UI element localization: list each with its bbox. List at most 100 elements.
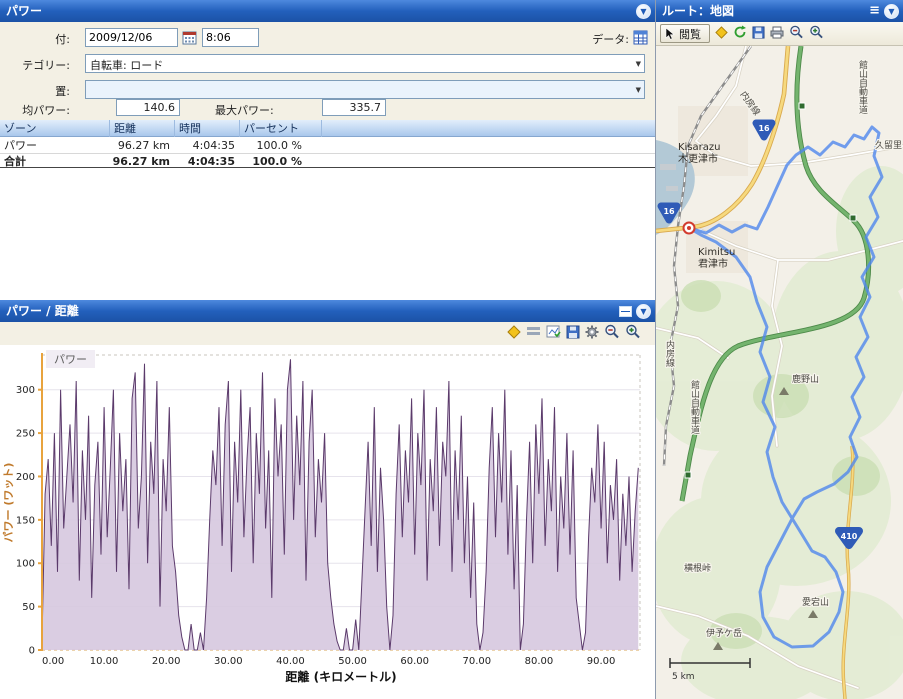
- power-panel: パワー ▼ 付: データ: テゴリー: 自転車: ロード ▼ 置: ▼ 均パワー: [0, 0, 655, 300]
- menu-icon[interactable]: ≡: [869, 0, 880, 22]
- calendar-icon[interactable]: [180, 28, 198, 46]
- svg-text:80.00: 80.00: [525, 656, 554, 667]
- svg-text:100: 100: [16, 559, 35, 570]
- date-input[interactable]: [85, 28, 178, 47]
- place-label: Kimitsu: [698, 247, 735, 258]
- svg-text:0.00: 0.00: [42, 656, 64, 667]
- route-map-panel: ルート：地図 ≡ ▼ 閲覧 16 16 410 Kisarazu 木更津市 Ki…: [655, 0, 903, 699]
- time-input[interactable]: [202, 28, 259, 47]
- chart-panel: パワー / 距離 ▼ パワー 0 50 100 150 200 250 300 0.00 10.…: [0, 300, 655, 699]
- browse-mode-button[interactable]: 閲覧: [660, 24, 710, 43]
- power-distance-chart: パワー 0 50 100 150 200 250 300 0.00 10.00 20.00 30.0…: [0, 345, 655, 699]
- percent-cell: 100.0 %: [256, 139, 302, 152]
- svg-text:70.00: 70.00: [462, 656, 491, 667]
- distance-cell: 96.27 km: [117, 139, 170, 152]
- svg-text:200: 200: [16, 472, 35, 483]
- route-start-marker: [682, 221, 696, 235]
- svg-text:30.00: 30.00: [214, 656, 243, 667]
- location-combobox[interactable]: ▼: [85, 80, 645, 99]
- zoom-in-icon[interactable]: [809, 25, 824, 42]
- col-header-distance[interactable]: 距離: [110, 120, 175, 137]
- place-label: 木更津市: [678, 152, 718, 165]
- distance-cell: 96.27 km: [112, 155, 170, 168]
- svg-text:60.00: 60.00: [400, 656, 429, 667]
- time-cell: 4:04:35: [187, 155, 235, 168]
- chart-panel-titlebar: パワー / 距離 ▼: [0, 300, 655, 322]
- chart-panel-title: パワー / 距離: [6, 304, 79, 318]
- zone-cell: 合計: [4, 155, 26, 168]
- zone-table: ゾーン 距離 時間 パーセント パワー 96.27 km 4:04:35 100…: [0, 120, 655, 300]
- chart-panel-collapse-button[interactable]: ▼: [636, 303, 651, 319]
- save-icon[interactable]: [752, 25, 765, 42]
- svg-text:250: 250: [16, 429, 35, 440]
- percent-cell: 100.0 %: [252, 155, 302, 168]
- zone-cell: パワー: [4, 139, 37, 152]
- col-header-zone[interactable]: ゾーン: [0, 120, 110, 137]
- split-view-icon[interactable]: [619, 305, 632, 317]
- category-combobox[interactable]: 自転車: ロード ▼: [85, 54, 645, 73]
- place-label: 愛宕山: [802, 596, 829, 608]
- chart-toolbar: [0, 321, 655, 345]
- chevron-down-icon: ▼: [635, 86, 641, 94]
- power-panel-titlebar: パワー ▼: [0, 0, 655, 22]
- place-label: Kisarazu: [678, 142, 721, 153]
- zone-table-header[interactable]: ゾーン 距離 時間 パーセント: [0, 120, 655, 137]
- svg-text:50.00: 50.00: [338, 656, 367, 667]
- chevron-down-icon: ▼: [635, 60, 641, 68]
- map-panel-title: ルート：地図: [662, 4, 735, 18]
- max-power-label: 最大パワー:: [215, 104, 274, 117]
- save-icon[interactable]: [566, 325, 580, 342]
- location-label: 置:: [55, 85, 70, 98]
- zoom-out-icon[interactable]: [789, 25, 804, 42]
- svg-text:410: 410: [841, 532, 858, 541]
- place-label: 横根峠: [684, 562, 711, 574]
- settings-gear-icon[interactable]: [585, 325, 599, 342]
- table-row[interactable]: パワー 96.27 km 4:04:35 100.0 %: [0, 138, 655, 153]
- category-value: 自転車: ロード: [90, 59, 164, 72]
- svg-text:距離 (キロメートル): 距離 (キロメートル): [285, 669, 396, 684]
- highlight-diamond-icon[interactable]: [715, 25, 728, 42]
- expressway-label: 館山自動車道: [689, 379, 700, 435]
- svg-text:150: 150: [16, 515, 35, 526]
- svg-text:300: 300: [16, 385, 35, 396]
- svg-text:0: 0: [29, 646, 35, 657]
- category-label: テゴリー:: [22, 59, 70, 72]
- power-panel-collapse-button[interactable]: ▼: [636, 3, 651, 19]
- chart-legend: パワー: [46, 350, 95, 368]
- expressway-label: 館山自動車道: [857, 59, 868, 115]
- scale-label: 5 km: [672, 672, 695, 682]
- table-row-total[interactable]: 合計 96.27 km 4:04:35 100.0 %: [0, 153, 655, 168]
- place-label: 久留里: [875, 139, 902, 151]
- svg-text:16: 16: [758, 124, 770, 133]
- refresh-icon[interactable]: [733, 25, 747, 42]
- place-label: 伊予ケ岳: [706, 627, 742, 639]
- svg-text:50: 50: [22, 602, 35, 613]
- map-toolbar: 閲覧: [656, 22, 903, 46]
- svg-text:90.00: 90.00: [587, 656, 616, 667]
- map-panel-collapse-button[interactable]: ▼: [884, 3, 899, 19]
- svg-text:パワー (ワット): パワー (ワット): [2, 463, 15, 543]
- zoom-out-icon[interactable]: [604, 324, 620, 342]
- cursor-icon: [665, 27, 675, 40]
- svg-text:10.00: 10.00: [90, 656, 119, 667]
- col-header-time[interactable]: 時間: [175, 120, 240, 137]
- print-icon[interactable]: [770, 26, 784, 42]
- data-label: データ:: [592, 33, 629, 46]
- browse-button-label: 閲覧: [679, 27, 701, 41]
- chart-canvas: 0 50 100 150 200 250 300 0.00 10.00 20.00 30.00 40.…: [2, 353, 641, 684]
- report-view-icon[interactable]: [526, 325, 541, 342]
- place-label: 君津市: [698, 257, 728, 270]
- date-label: 付:: [55, 33, 70, 46]
- zoom-in-icon[interactable]: [625, 324, 641, 342]
- data-grid-icon[interactable]: [631, 28, 649, 46]
- graph-options-icon[interactable]: [546, 325, 561, 342]
- map-canvas[interactable]: 16 16 410 Kisarazu 木更津市 Kimitsu 君津市 久留里: [656, 46, 903, 699]
- svg-text:16: 16: [663, 207, 675, 216]
- avg-power-value: 140.6: [116, 99, 180, 116]
- col-header-percent[interactable]: パーセント: [240, 120, 322, 137]
- svg-text:40.00: 40.00: [276, 656, 305, 667]
- max-power-value: 335.7: [322, 99, 386, 116]
- svg-text:20.00: 20.00: [152, 656, 181, 667]
- highlight-diamond-icon[interactable]: [507, 324, 521, 342]
- training-app-window: パワー ▼ 付: データ: テゴリー: 自転車: ロード ▼ 置: ▼ 均パワー: [0, 0, 903, 699]
